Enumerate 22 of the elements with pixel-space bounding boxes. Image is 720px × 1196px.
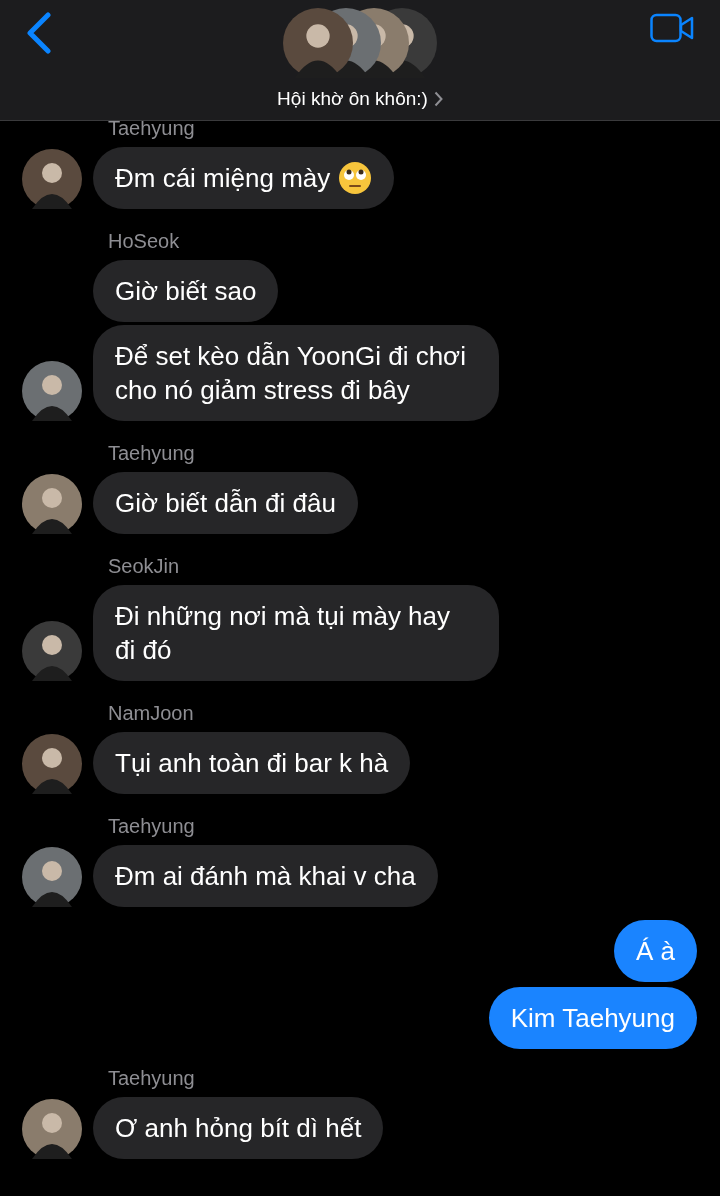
sender-name: Taehyung: [108, 117, 196, 139]
message-bubble: Á à: [613, 920, 697, 982]
message-bubble: Giờ biết dẫn đi đâu: [93, 472, 358, 534]
sender-name: Taehyung: [108, 815, 196, 837]
sender-name: Taehyung: [108, 1067, 196, 1089]
chevron-icon[interactable]: [433, 91, 443, 107]
sender-name: HoSeok: [108, 230, 181, 252]
group-name[interactable]: Hội khờ ôn khôn:): [277, 88, 428, 110]
member-avatar: [283, 8, 353, 78]
message-bubble: Kim Taehyung: [488, 987, 697, 1049]
message-bubble: Đm ai đánh mà khai v cha: [93, 845, 438, 907]
video-call-icon[interactable]: [650, 13, 694, 43]
message-bubble: Ơ anh hỏng bít dì hết: [93, 1097, 384, 1159]
message-bubble: Giờ biết sao: [93, 260, 279, 322]
message-bubble: Đm cái miệng mày: [93, 147, 395, 209]
message-bubble: Đi những nơi mà tụi mày hay đi đó: [93, 585, 499, 681]
back-icon[interactable]: [24, 12, 54, 54]
message-bubble: Tụi anh toàn đi bar k hà: [93, 732, 411, 794]
sender-name: NamJoon: [108, 702, 195, 724]
message-bubble: Để set kèo dẫn YoonGi đi chơi cho nó giảm stress đi bây: [93, 325, 499, 421]
sender-name: Taehyung: [108, 442, 196, 464]
sender-name: SeokJin: [108, 555, 181, 577]
